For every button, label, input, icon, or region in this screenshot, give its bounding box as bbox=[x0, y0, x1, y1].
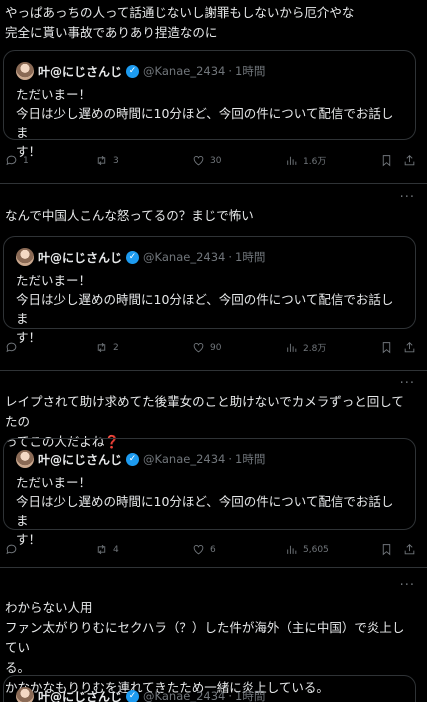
avatar[interactable] bbox=[16, 687, 34, 702]
bookmark-button[interactable] bbox=[380, 341, 393, 354]
reply-button[interactable]: 1 bbox=[5, 154, 29, 167]
quote-author-handle[interactable]: @Kanae_2434 bbox=[143, 250, 225, 264]
quote-timestamp[interactable]: 1時間 bbox=[235, 249, 265, 265]
reply-count: 1 bbox=[23, 155, 29, 166]
verified-badge-icon: ✓ bbox=[126, 250, 140, 264]
views-count: 5,605 bbox=[303, 544, 329, 555]
bookmark-button[interactable] bbox=[380, 543, 393, 556]
quote-timestamp[interactable]: 1時間 bbox=[235, 451, 265, 467]
views-button[interactable]: 5,605 bbox=[285, 543, 329, 556]
heart-icon bbox=[193, 544, 204, 555]
reply-icon bbox=[6, 342, 17, 353]
share-button[interactable] bbox=[403, 341, 416, 354]
verified-badge-icon: ✓ bbox=[126, 689, 140, 702]
retweet-button[interactable]: 4 bbox=[95, 543, 119, 556]
avatar[interactable] bbox=[16, 450, 34, 468]
reply-button[interactable] bbox=[5, 543, 23, 556]
reply-button[interactable] bbox=[5, 341, 23, 354]
views-icon bbox=[287, 156, 297, 165]
quote-author-name[interactable]: 叶@にじさんじ bbox=[38, 63, 122, 80]
quote-author-name[interactable]: 叶@にじさんじ bbox=[38, 688, 122, 702]
views-button[interactable]: 1.6万 bbox=[285, 154, 326, 167]
quote-timestamp[interactable]: 1時間 bbox=[235, 63, 265, 79]
retweet-count: 3 bbox=[113, 155, 119, 166]
reply-icon bbox=[6, 155, 17, 166]
more-icon[interactable]: ··· bbox=[400, 190, 415, 205]
bookmark-button[interactable] bbox=[380, 154, 393, 167]
avatar[interactable] bbox=[16, 248, 34, 266]
retweet-button[interactable]: 3 bbox=[95, 154, 119, 167]
tweet-actions: 1 3 30 1.6万 bbox=[0, 154, 427, 170]
heart-icon bbox=[193, 155, 204, 166]
quoted-tweet[interactable]: 叶@にじさんじ ✓ @Kanae_2434 · 1時間 bbox=[3, 675, 416, 702]
reply-icon bbox=[6, 544, 17, 555]
tweet-actions: 2 90 2.8万 bbox=[0, 341, 427, 357]
quoted-tweet[interactable]: 叶@にじさんじ ✓ @Kanae_2434 · 1時間 ただいまー！ 今日は少し… bbox=[3, 50, 416, 159]
quote-author-handle[interactable]: @Kanae_2434 bbox=[143, 64, 225, 78]
verified-badge-icon: ✓ bbox=[126, 64, 140, 78]
views-icon bbox=[287, 343, 297, 352]
retweet-icon bbox=[97, 342, 106, 353]
share-button[interactable] bbox=[403, 154, 416, 167]
views-icon bbox=[287, 545, 297, 554]
like-count: 30 bbox=[210, 155, 222, 166]
separator-dot: · bbox=[228, 64, 232, 78]
like-count: 90 bbox=[210, 342, 222, 353]
heart-icon bbox=[193, 342, 204, 353]
quote-timestamp[interactable]: 1時間 bbox=[235, 688, 265, 702]
quote-body: ただいまー！ 今日は少し遅めの時間に10分ほど、今回の件について配信でお話しま … bbox=[16, 273, 394, 345]
quoted-tweet[interactable]: 叶@にじさんじ ✓ @Kanae_2434 · 1時間 ただいまー！ 今日は少し… bbox=[3, 438, 416, 547]
quote-body: ただいまー！ 今日は少し遅めの時間に10分ほど、今回の件について配信でお話しま … bbox=[16, 475, 394, 547]
quote-body: ただいまー！ 今日は少し遅めの時間に10分ほど、今回の件について配信でお話しま … bbox=[16, 87, 394, 159]
separator-dot: · bbox=[228, 250, 232, 264]
share-icon bbox=[404, 543, 415, 555]
bookmark-icon bbox=[382, 342, 391, 354]
share-icon bbox=[404, 154, 415, 166]
like-button[interactable]: 6 bbox=[192, 543, 216, 556]
tweet[interactable]: やっぱあっちの人って話通じないし謝罪もしないから厄介やな 完全に貰い事故でありあ… bbox=[0, 0, 427, 185]
retweet-icon bbox=[97, 155, 106, 166]
views-count: 2.8万 bbox=[303, 344, 327, 354]
tweet-actions: 4 6 5,605 bbox=[0, 543, 427, 559]
separator-dot: · bbox=[228, 689, 232, 702]
more-icon[interactable]: ··· bbox=[400, 376, 415, 391]
quote-author-name[interactable]: 叶@にじさんじ bbox=[38, 451, 122, 468]
more-icon[interactable]: ··· bbox=[400, 578, 415, 593]
tweet-text: やっぱあっちの人って話通じないし謝罪もしないから厄介やな 完全に貰い事故でありあ… bbox=[5, 5, 355, 40]
like-count: 6 bbox=[210, 544, 216, 555]
retweet-count: 2 bbox=[113, 342, 119, 353]
bookmark-icon bbox=[382, 155, 391, 167]
tweet-text: なんで中国人こんな怒ってるの？まじで怖い bbox=[5, 208, 254, 223]
share-button[interactable] bbox=[403, 543, 416, 556]
quote-author-handle[interactable]: @Kanae_2434 bbox=[143, 452, 225, 466]
quote-author-name[interactable]: 叶@にじさんじ bbox=[38, 249, 122, 266]
share-icon bbox=[404, 341, 415, 353]
quote-author-handle[interactable]: @Kanae_2434 bbox=[143, 689, 225, 702]
views-count: 1.6万 bbox=[303, 157, 327, 167]
retweet-button[interactable]: 2 bbox=[95, 341, 119, 354]
tweet[interactable]: ··· なんで中国人こんな怒ってるの？まじで怖い 叶@にじさんじ ✓ @Kana… bbox=[0, 184, 427, 374]
like-button[interactable]: 30 bbox=[192, 154, 221, 167]
bookmark-icon bbox=[382, 544, 391, 556]
tweet[interactable]: ··· レイプされて助け求めてた後輩女のこと助けないでカメラずっと回してたの っ… bbox=[0, 371, 427, 571]
retweet-count: 4 bbox=[113, 544, 119, 555]
avatar[interactable] bbox=[16, 62, 34, 80]
like-button[interactable]: 90 bbox=[192, 341, 221, 354]
quoted-tweet[interactable]: 叶@にじさんじ ✓ @Kanae_2434 · 1時間 ただいまー！ 今日は少し… bbox=[3, 236, 416, 345]
views-button[interactable]: 2.8万 bbox=[285, 341, 326, 354]
verified-badge-icon: ✓ bbox=[126, 452, 140, 466]
tweet[interactable]: ··· わからない人用 ファン太がりりむにセクハラ（？）した件が海外（主に中国）… bbox=[0, 568, 427, 702]
separator-dot: · bbox=[228, 452, 232, 466]
retweet-icon bbox=[97, 544, 106, 555]
